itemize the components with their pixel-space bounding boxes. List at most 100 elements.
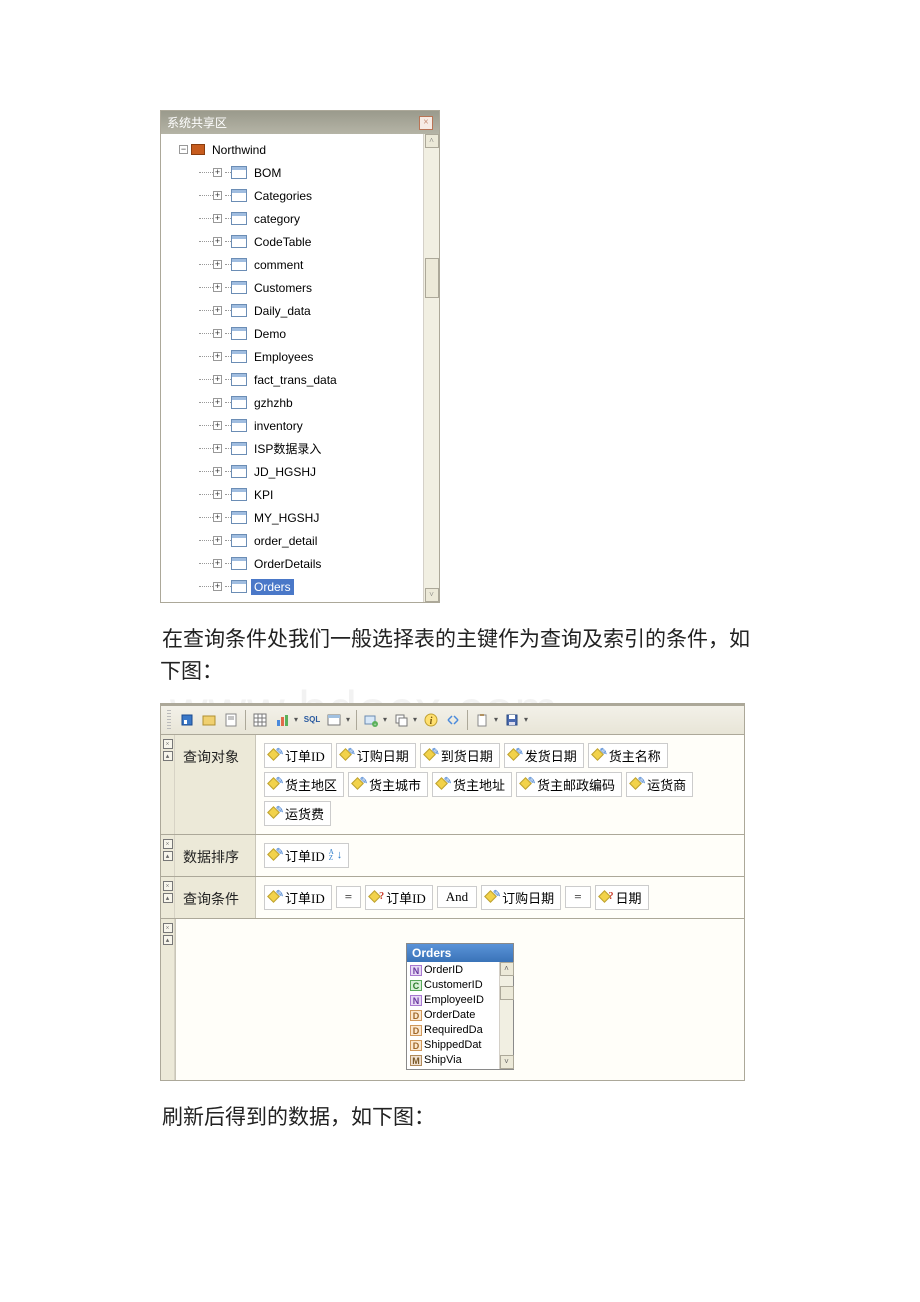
tree-node[interactable]: +gzhzhb — [165, 391, 423, 414]
tb-doc-icon[interactable] — [221, 710, 241, 730]
tb-expand-icon[interactable] — [443, 710, 463, 730]
tree-node[interactable]: +Daily_data — [165, 299, 423, 322]
scroll-thumb[interactable] — [425, 258, 439, 298]
expand-icon[interactable]: + — [213, 375, 222, 384]
query-field-chip[interactable]: 货主邮政编码 — [516, 772, 622, 797]
tree-node[interactable]: +inventory — [165, 414, 423, 437]
field-row[interactable]: NOrderID — [407, 963, 499, 978]
scroll-up-icon[interactable]: ˄ — [500, 962, 514, 976]
chevron-down-icon[interactable]: ▾ — [292, 715, 300, 724]
close-icon[interactable]: × — [419, 116, 433, 130]
query-field-chip[interactable]: 货主名称 — [588, 743, 668, 768]
chevron-down-icon[interactable]: ▾ — [344, 715, 352, 724]
collapse-icon[interactable]: − — [179, 145, 188, 154]
expand-icon[interactable]: + — [213, 582, 222, 591]
scroll-up-icon[interactable]: ˄ — [425, 134, 439, 148]
scroll-down-icon[interactable]: ˅ — [500, 1055, 514, 1069]
tree-node[interactable]: +CodeTable — [165, 230, 423, 253]
condition-param-chip[interactable]: 日期 — [595, 885, 649, 910]
expand-icon[interactable]: + — [213, 490, 222, 499]
tree-node[interactable]: +Employees — [165, 345, 423, 368]
tree-node[interactable]: +OrderDetails — [165, 552, 423, 575]
expand-icon[interactable]: + — [213, 191, 222, 200]
tree-node[interactable]: +Demo — [165, 322, 423, 345]
tb-grid-icon[interactable] — [250, 710, 270, 730]
tb-save-icon[interactable] — [502, 710, 522, 730]
tree-node[interactable]: +Orders — [165, 575, 423, 598]
condition-op-chip[interactable]: = — [336, 886, 361, 908]
tree-root-node[interactable]: − Northwind — [165, 138, 423, 161]
tree-node[interactable]: +Customers — [165, 276, 423, 299]
sort-chip[interactable]: 订单ID AZ ↓ — [264, 843, 349, 868]
query-field-chip[interactable]: 运货费 — [264, 801, 331, 826]
tb-add-icon[interactable]: + — [361, 710, 381, 730]
field-row[interactable]: DOrderDate — [407, 1008, 499, 1023]
expand-icon[interactable]: + — [213, 559, 222, 568]
fields-box[interactable]: Orders NOrderIDCCustomerIDNEmployeeIDDOr… — [406, 943, 514, 1070]
field-row[interactable]: DShippedDat — [407, 1038, 499, 1053]
expand-icon[interactable]: + — [213, 352, 222, 361]
field-row[interactable]: NEmployeeID — [407, 993, 499, 1008]
query-field-chip[interactable]: 订购日期 — [336, 743, 416, 768]
chevron-down-icon[interactable]: ▾ — [411, 715, 419, 724]
query-field-chip[interactable]: 货主地址 — [432, 772, 512, 797]
chevron-down-icon[interactable]: ▾ — [522, 715, 530, 724]
tree-node[interactable]: +Categories — [165, 184, 423, 207]
condition-param-chip[interactable]: 订单ID — [365, 885, 433, 910]
query-field-chip[interactable]: 货主城市 — [348, 772, 428, 797]
tb-clipboard-icon[interactable] — [472, 710, 492, 730]
expand-icon[interactable]: + — [213, 467, 222, 476]
section-collapse-icon[interactable]: ▴ — [163, 935, 173, 945]
expand-icon[interactable]: + — [213, 283, 222, 292]
query-field-chip[interactable]: 订单ID — [264, 743, 332, 768]
scroll-down-icon[interactable]: ˅ — [425, 588, 439, 602]
section-collapse-icon[interactable]: ▴ — [163, 893, 173, 903]
expand-icon[interactable]: + — [213, 444, 222, 453]
scroll-thumb[interactable] — [500, 986, 514, 1000]
tb-sql-icon[interactable]: SQL — [302, 710, 322, 730]
tree-node[interactable]: +order_detail — [165, 529, 423, 552]
section-close-icon[interactable]: × — [163, 839, 173, 849]
expand-icon[interactable]: + — [213, 421, 222, 430]
condition-op-chip[interactable]: = — [565, 886, 590, 908]
tb-chart-icon[interactable] — [272, 710, 292, 730]
tree-node[interactable]: +category — [165, 207, 423, 230]
expand-icon[interactable]: + — [213, 214, 222, 223]
section-collapse-icon[interactable]: ▴ — [163, 851, 173, 861]
query-field-chip[interactable]: 运货商 — [626, 772, 693, 797]
tree-node[interactable]: +MY_HGSHJ — [165, 506, 423, 529]
tree-node[interactable]: +fact_trans_data — [165, 368, 423, 391]
expand-icon[interactable]: + — [213, 260, 222, 269]
tree-node[interactable]: +comment — [165, 253, 423, 276]
tb-copy-icon[interactable] — [391, 710, 411, 730]
section-close-icon[interactable]: × — [163, 881, 173, 891]
query-field-chip[interactable]: 发货日期 — [504, 743, 584, 768]
condition-logic-chip[interactable]: And — [437, 886, 477, 908]
query-field-chip[interactable]: 货主地区 — [264, 772, 344, 797]
tree-scrollbar[interactable]: ˄ ˅ — [423, 134, 439, 602]
tree-node[interactable]: +KPI — [165, 483, 423, 506]
expand-icon[interactable]: + — [213, 168, 222, 177]
tb-table-icon[interactable] — [324, 710, 344, 730]
expand-icon[interactable]: + — [213, 513, 222, 522]
field-row[interactable]: MShipVia — [407, 1053, 499, 1068]
field-row[interactable]: CCustomerID — [407, 978, 499, 993]
expand-icon[interactable]: + — [213, 329, 222, 338]
tree-node[interactable]: +BOM — [165, 161, 423, 184]
section-close-icon[interactable]: × — [163, 923, 173, 933]
condition-field-chip[interactable]: 订单ID — [264, 885, 332, 910]
tb-info-icon[interactable]: i — [421, 710, 441, 730]
expand-icon[interactable]: + — [213, 237, 222, 246]
tree-node[interactable]: +ISP数据录入 — [165, 437, 423, 460]
chevron-down-icon[interactable]: ▾ — [492, 715, 500, 724]
tb-folder-icon[interactable] — [199, 710, 219, 730]
fields-scrollbar[interactable]: ˄ ˅ — [499, 962, 513, 1069]
expand-icon[interactable]: + — [213, 398, 222, 407]
query-field-chip[interactable]: 到货日期 — [420, 743, 500, 768]
section-close-icon[interactable]: × — [163, 739, 173, 749]
chevron-down-icon[interactable]: ▾ — [381, 715, 389, 724]
condition-field-chip[interactable]: 订购日期 — [481, 885, 561, 910]
expand-icon[interactable]: + — [213, 306, 222, 315]
tree-node[interactable]: +JD_HGSHJ — [165, 460, 423, 483]
tb-home-icon[interactable] — [177, 710, 197, 730]
